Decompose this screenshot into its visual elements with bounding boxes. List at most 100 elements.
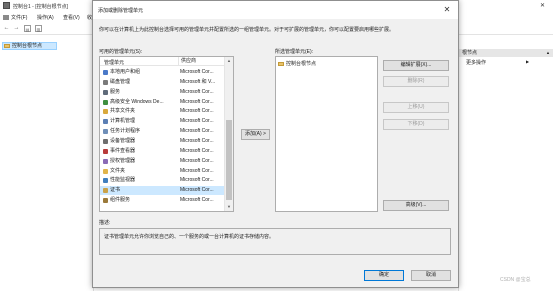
mmc-app-icon bbox=[3, 2, 10, 9]
event-icon bbox=[103, 148, 108, 154]
column-vendor[interactable]: 供应商 bbox=[178, 57, 196, 65]
folder-icon bbox=[4, 44, 10, 48]
close-icon[interactable]: ✕ bbox=[442, 5, 452, 15]
snapin-name: 证书 bbox=[110, 187, 121, 194]
column-snapin[interactable]: 管理单元 bbox=[104, 59, 124, 66]
advanced-button[interactable]: 高级(V)... bbox=[383, 200, 449, 211]
list-column-header: 管理单元 供应商 bbox=[100, 57, 225, 66]
mmc-close-icon[interactable]: ✕ bbox=[540, 2, 545, 9]
actions-header-label: 根节点 bbox=[462, 50, 478, 56]
authorization-icon bbox=[103, 158, 108, 164]
watermark: CSDN @宝总 bbox=[500, 277, 531, 283]
actions-more-label: 更多操作 bbox=[466, 60, 487, 66]
snapin-vendor: Microsoft Cor... bbox=[180, 157, 214, 164]
mmc-window-title: 控制台1 - [控制台根节点] bbox=[13, 4, 69, 10]
move-up-button[interactable]: 上移(U) bbox=[383, 102, 449, 113]
snapin-row[interactable]: 授权管理器 Microsoft Cor... bbox=[100, 157, 225, 166]
selected-item-label: 控制台根节点 bbox=[286, 61, 317, 67]
show-hide-tree-icon[interactable]: ▤ bbox=[24, 25, 31, 32]
snapin-name: 服务 bbox=[110, 88, 121, 95]
snapin-row[interactable]: 高级安全 Windows De... Microsoft Cor... bbox=[100, 98, 225, 107]
snapin-row[interactable]: 事件查看器 Microsoft Cor... bbox=[100, 147, 225, 156]
available-snapins-label: 可用的管理单元(S): bbox=[99, 49, 143, 55]
chevron-right-icon: ▶ bbox=[526, 59, 530, 64]
snapin-vendor: Microsoft Cor... bbox=[180, 128, 214, 135]
forward-arrow-icon[interactable]: → bbox=[13, 25, 20, 32]
disk-icon bbox=[103, 79, 108, 85]
shared-folder-icon bbox=[103, 109, 108, 115]
snapin-row[interactable]: 任务计划程序 Microsoft Cor... bbox=[100, 127, 225, 136]
cancel-button[interactable]: 取消 bbox=[411, 270, 451, 281]
snapin-row[interactable]: 磁盘管理 Microsoft 和 V... bbox=[100, 78, 225, 87]
remove-button[interactable]: 删除(R) bbox=[383, 76, 449, 87]
menu-file[interactable]: 文件(F) bbox=[3, 14, 27, 21]
snapin-vendor: Microsoft Cor... bbox=[180, 187, 214, 194]
dialog-title-bar: 添加或删除管理单元 ✕ bbox=[93, 1, 458, 19]
users-icon bbox=[103, 70, 108, 75]
snapin-row[interactable]: 证书 Microsoft Cor... bbox=[100, 186, 225, 196]
actions-more[interactable]: 更多操作 ▶ bbox=[466, 59, 529, 66]
folder-icon bbox=[278, 62, 284, 66]
snapin-name: 高级安全 Windows De... bbox=[110, 98, 164, 105]
menu-view[interactable]: 查看(V) bbox=[63, 14, 80, 21]
actions-pane: 根节点 ▲ 更多操作 ▶ bbox=[458, 37, 553, 291]
snapin-vendor: Microsoft Cor... bbox=[180, 167, 214, 174]
tree-node-label: 控制台根节点 bbox=[12, 43, 43, 49]
snapin-name: 授权管理器 bbox=[110, 157, 136, 164]
dialog-title: 添加或删除管理单元 bbox=[98, 8, 144, 14]
tree-node-console-root[interactable]: 控制台根节点 bbox=[2, 42, 57, 50]
gear-icon bbox=[103, 89, 108, 95]
snapin-vendor: Microsoft 和 V... bbox=[180, 78, 216, 85]
selected-item-console-root[interactable]: 控制台根节点 bbox=[278, 60, 316, 68]
snapin-row[interactable]: 设备管理器 Microsoft Cor... bbox=[100, 137, 225, 146]
snapin-row[interactable]: 组件服务 Microsoft Cor... bbox=[100, 196, 225, 205]
snapin-vendor: Microsoft Cor... bbox=[180, 98, 214, 105]
snapin-name: 设备管理器 bbox=[110, 137, 136, 144]
snapin-vendor: Microsoft Cor... bbox=[180, 108, 214, 115]
snapin-vendor: Microsoft Cor... bbox=[180, 137, 214, 144]
snapin-row[interactable]: 文件夹 Microsoft Cor... bbox=[100, 167, 225, 176]
scroll-down-icon[interactable]: ▼ bbox=[225, 203, 233, 211]
folder-icon bbox=[103, 168, 108, 174]
selected-snapins-list[interactable]: 控制台根节点 bbox=[275, 56, 378, 212]
console-icon bbox=[3, 15, 9, 20]
available-snapins-list[interactable]: 管理单元 供应商 本地用户和组 Microsoft Cor... 磁盘管理 Micro… bbox=[99, 56, 234, 212]
description-label: 描述: bbox=[99, 220, 111, 226]
ok-button[interactable]: 确定 bbox=[364, 270, 404, 281]
move-down-button[interactable]: 下移(D) bbox=[383, 119, 449, 130]
collapse-up-icon: ▲ bbox=[546, 50, 550, 55]
computer-icon bbox=[103, 119, 108, 125]
snapin-vendor: Microsoft Cor... bbox=[180, 147, 214, 154]
back-arrow-icon[interactable]: ← bbox=[3, 25, 10, 32]
snapin-name: 任务计划程序 bbox=[110, 128, 141, 135]
snapin-row[interactable]: 计算机管理 Microsoft Cor... bbox=[100, 117, 225, 126]
scroll-thumb[interactable] bbox=[226, 120, 232, 200]
snapin-vendor: Microsoft Cor... bbox=[180, 118, 214, 125]
snapin-name: 本地用户和组 bbox=[110, 69, 141, 75]
snapin-vendor: Microsoft Cor... bbox=[180, 88, 214, 95]
description-text: 证书管理单元允许你浏览自己的、一个服务的或一台计算机的证书存储内容。 bbox=[104, 234, 275, 240]
vertical-scrollbar[interactable]: ▲ ▼ bbox=[224, 57, 233, 211]
firewall-icon bbox=[103, 99, 108, 105]
snapin-row[interactable]: 本地用户和组 Microsoft Cor... bbox=[100, 68, 225, 77]
snapin-row[interactable]: 共享文件夹 Microsoft Cor... bbox=[100, 107, 225, 116]
add-button[interactable]: 添加(A) > bbox=[241, 129, 270, 140]
scroll-up-icon[interactable]: ▲ bbox=[225, 57, 233, 65]
certificate-icon bbox=[103, 188, 108, 194]
snapin-vendor: Microsoft Cor... bbox=[180, 177, 214, 184]
properties-icon[interactable]: ▥ bbox=[35, 25, 42, 32]
dialog-description: 你可以在计算机上为此控制台选择可用的管理单元并配置所选的一组管理单元。对于可扩展… bbox=[99, 27, 395, 33]
snapin-name: 共享文件夹 bbox=[110, 108, 136, 115]
snapin-vendor: Microsoft Cor... bbox=[180, 69, 214, 75]
component-icon bbox=[103, 198, 108, 204]
actions-header[interactable]: 根节点 ▲ bbox=[459, 49, 553, 57]
edit-extensions-button[interactable]: 编辑扩展(X)... bbox=[383, 60, 449, 71]
snapin-row[interactable]: 服务 Microsoft Cor... bbox=[100, 88, 225, 97]
snapin-name: 性能监视器 bbox=[110, 177, 136, 184]
menu-action[interactable]: 操作(A) bbox=[37, 14, 54, 21]
snapin-row[interactable]: 性能监视器 Microsoft Cor... bbox=[100, 176, 225, 185]
clock-icon bbox=[103, 129, 108, 135]
snapin-name: 磁盘管理 bbox=[110, 78, 131, 85]
console-tree: 控制台根节点 bbox=[0, 37, 94, 291]
performance-icon bbox=[103, 178, 108, 184]
